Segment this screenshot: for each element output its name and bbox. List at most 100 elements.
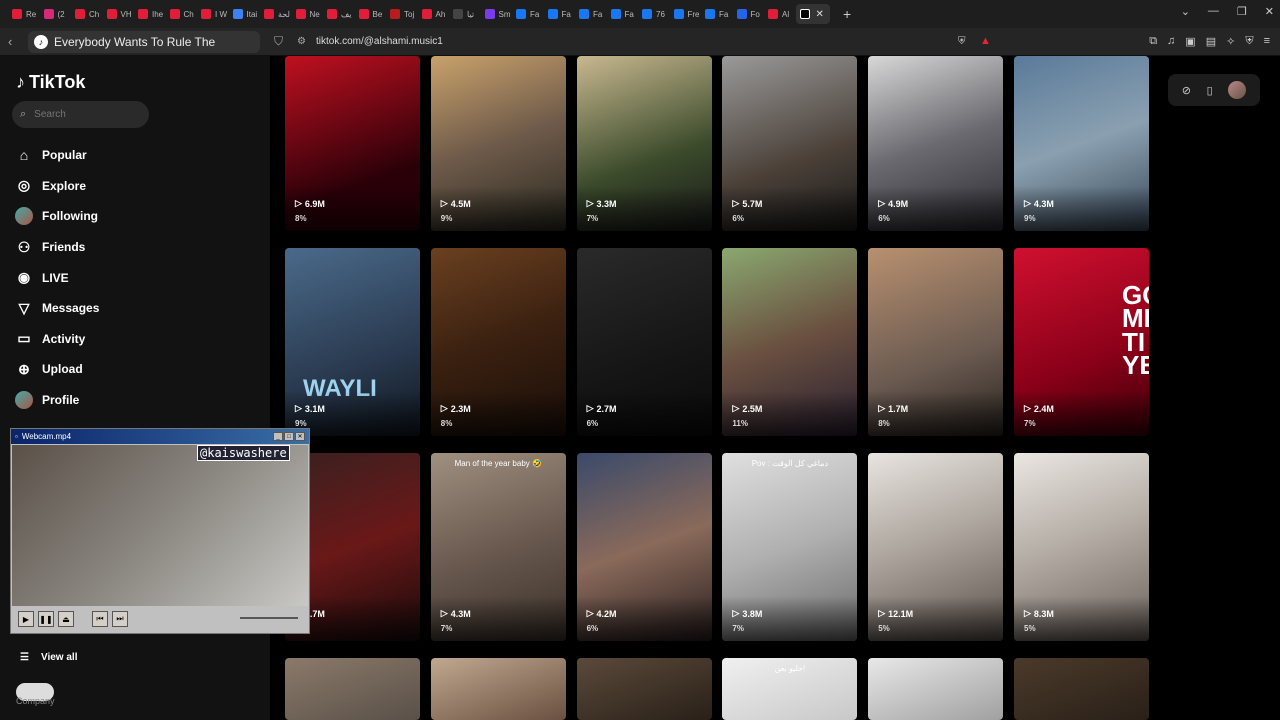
sidebar-item-explore[interactable]: ◎ Explore: [15, 171, 99, 202]
browser-tab[interactable]: Ah: [418, 4, 448, 24]
coins-icon[interactable]: ⊘: [1182, 84, 1191, 97]
video-card[interactable]: ▷ 1.7M 8%: [868, 248, 1004, 436]
webcam-minimize-icon[interactable]: _: [273, 432, 283, 441]
video-card[interactable]: [285, 658, 420, 720]
play-icon[interactable]: ▶: [18, 611, 34, 627]
webcam-close-icon[interactable]: ✕: [295, 432, 305, 441]
browser-tab[interactable]: Fa: [607, 4, 637, 24]
browser-tab[interactable]: Ihe: [134, 4, 164, 24]
browser-tab[interactable]: تيا: [449, 4, 479, 24]
page-tab[interactable]: ♪ Everybody Wants To Rule The: [28, 30, 260, 53]
video-card[interactable]: ▷ 12.1M 5%: [868, 453, 1004, 641]
active-browser-tab[interactable]: ✕: [795, 4, 830, 24]
sidebar-toggle-icon[interactable]: ▣: [1185, 35, 1195, 48]
webcam-window[interactable]: ▫ Webcam.mp4 _ □ ✕ @kaiswashere ▶ ❚❚ ⏏ ⏮…: [10, 428, 310, 634]
video-card[interactable]: [1014, 658, 1149, 720]
pause-icon[interactable]: ❚❚: [38, 611, 54, 627]
eject-icon[interactable]: ⏏: [58, 611, 74, 627]
video-card[interactable]: ▷ 4.2M 6%: [576, 453, 712, 641]
brave-rewards-icon[interactable]: ▲: [980, 35, 991, 47]
browser-tab[interactable]: Ch: [71, 4, 101, 24]
sidebar-item-live[interactable]: ◉ LIVE: [15, 262, 99, 293]
play-count-icon: ▷: [586, 608, 594, 618]
browser-tab[interactable]: Fa: [512, 4, 542, 24]
browser-tab[interactable]: Fre: [670, 4, 700, 24]
video-card[interactable]: خليو بعن!: [722, 658, 858, 720]
video-card[interactable]: GO MI TI YE ▷2.4M 7%: [1014, 248, 1149, 436]
video-card[interactable]: ▷ 6.9M 8%: [285, 56, 420, 231]
browser-tab[interactable]: Fa: [544, 4, 574, 24]
video-card[interactable]: [430, 658, 566, 720]
menu-icon[interactable]: ≡: [1264, 35, 1270, 48]
media-icon[interactable]: ♫: [1167, 35, 1175, 48]
video-card[interactable]: WAYLI ▷ 3.1M 9%: [285, 248, 420, 436]
maximize-button[interactable]: ❐: [1237, 5, 1247, 18]
browser-tab[interactable]: Be: [355, 4, 385, 24]
search-box[interactable]: ⌕: [12, 101, 149, 128]
device-icon[interactable]: ▯: [1207, 84, 1213, 97]
previous-icon[interactable]: ⏮: [92, 611, 108, 627]
minimize-button[interactable]: —: [1208, 5, 1219, 18]
sidebar-item-friends[interactable]: ⚇ Friends: [15, 232, 99, 263]
browser-tab[interactable]: Fo: [733, 4, 763, 24]
view-all-link[interactable]: ☰ View all: [20, 652, 77, 663]
tiktok-logo[interactable]: ♪ TikTok: [16, 72, 85, 93]
browser-tab[interactable]: I W: [197, 4, 227, 24]
browser-tab[interactable]: Fa: [575, 4, 605, 24]
video-card[interactable]: ▷ 2.5M 11%: [722, 248, 858, 436]
back-icon[interactable]: ‹: [8, 34, 22, 49]
video-card[interactable]: Pov : ﺩﻣﺎﻏﻲ ﻛﻞ ﺍﻟﻮﻗﺖ ▷ 3.8M 7%: [722, 453, 858, 641]
tab-search-button[interactable]: ⌄: [1181, 5, 1190, 18]
url-field[interactable]: tiktok.com/@alshami.music1: [316, 36, 443, 47]
browser-tab[interactable]: Sm: [481, 4, 511, 24]
video-card[interactable]: [868, 658, 1004, 720]
video-card[interactable]: ▷ 5.7M 6%: [722, 56, 858, 231]
browser-tab[interactable]: Toj: [386, 4, 416, 24]
new-tab-button[interactable]: +: [843, 6, 851, 22]
browser-tab[interactable]: VH: [103, 4, 133, 24]
browser-tab[interactable]: لحة: [260, 4, 290, 24]
browser-tab[interactable]: 76: [638, 4, 668, 24]
video-card[interactable]: ▷ 8.3M 5%: [1014, 453, 1149, 641]
video-card[interactable]: ▷ 2.3M 8%: [430, 248, 566, 436]
video-card[interactable]: ▷ 2.7M 6%: [576, 248, 712, 436]
volume-slider[interactable]: [240, 617, 298, 619]
bookmark-icon[interactable]: ⛉: [274, 34, 283, 49]
next-icon[interactable]: ⏭: [112, 611, 128, 627]
browser-tab[interactable]: Fa: [701, 4, 731, 24]
browser-tab[interactable]: (2: [40, 4, 70, 24]
wallet-icon[interactable]: ▤: [1206, 35, 1216, 48]
browser-tab[interactable]: Ch: [166, 4, 196, 24]
play-count-icon: ▷: [878, 403, 886, 413]
sidebar-item-upload[interactable]: ⊕ Upload: [15, 354, 99, 385]
user-avatar[interactable]: [1228, 81, 1247, 99]
sidebar-item-following[interactable]: Following: [15, 201, 99, 232]
browser-tab[interactable]: يف: [323, 4, 353, 24]
extensions-icon[interactable]: ⧉: [1149, 35, 1157, 48]
brave-shield-icon[interactable]: ⛨: [958, 36, 966, 47]
video-card[interactable]: ▷ 4.5M 9%: [430, 56, 566, 231]
browser-tab[interactable]: Al: [764, 4, 794, 24]
vpn-icon[interactable]: ⛨: [1245, 35, 1253, 48]
webcam-maximize-icon[interactable]: □: [284, 432, 294, 441]
browser-tab[interactable]: Ne: [292, 4, 322, 24]
close-window-button[interactable]: ✕: [1265, 5, 1274, 18]
sidebar-item-popular[interactable]: ⌂ Popular: [15, 140, 99, 171]
browser-tab[interactable]: Re: [8, 4, 38, 24]
sidebar-item-activity[interactable]: ▭ Activity: [15, 324, 99, 355]
video-card[interactable]: ▷ 3.3M 7%: [576, 56, 712, 231]
close-tab-icon[interactable]: ✕: [816, 9, 824, 20]
site-info-icon[interactable]: ⚙: [297, 36, 306, 47]
search-input[interactable]: [34, 109, 135, 120]
tab-favicon-icon: [736, 9, 747, 19]
video-card[interactable]: Man of the year baby 🤣 ▷ 4.3M 7%: [430, 453, 566, 641]
sidebar-item-profile[interactable]: Profile: [15, 385, 99, 416]
webcam-title-bar[interactable]: ▫ Webcam.mp4: [11, 429, 309, 444]
video-card[interactable]: [576, 658, 712, 720]
ai-icon[interactable]: ✧: [1226, 35, 1235, 48]
video-card[interactable]: ▷ 4.3M 9%: [1014, 56, 1149, 231]
video-card[interactable]: ▷ 4.9M 6%: [868, 56, 1004, 231]
company-link[interactable]: Company: [16, 696, 55, 706]
sidebar-item-messages[interactable]: ▽ Messages: [15, 293, 100, 324]
browser-tab[interactable]: Itai: [229, 4, 259, 24]
